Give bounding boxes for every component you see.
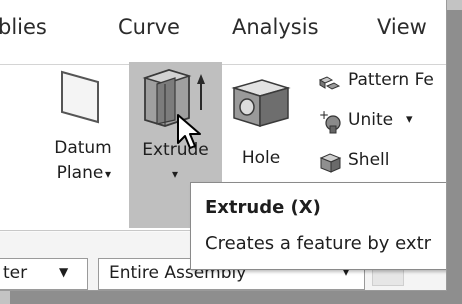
shell-label: Shell (348, 150, 390, 170)
datum-plane-label-line1: Datum (54, 138, 112, 158)
tab-curve[interactable]: Curve (118, 15, 180, 39)
unite-button[interactable]: + Unite ▾ (318, 108, 446, 136)
unite-label: Unite (348, 110, 394, 130)
pattern-feature-icon (318, 76, 341, 90)
mouse-cursor-icon (177, 114, 201, 149)
extrude-dropdown-arrow[interactable]: ▾ (165, 167, 185, 181)
pattern-feature-label: Pattern Fe (348, 70, 434, 90)
type-filter-value: ter (3, 263, 28, 283)
tab-analysis[interactable]: Analysis (232, 15, 319, 39)
hole-label: Hole (241, 148, 281, 168)
tab-assemblies[interactable]: blies (0, 15, 47, 39)
unite-dropdown-arrow[interactable]: ▾ (406, 112, 413, 127)
shell-icon (319, 153, 342, 173)
tab-view[interactable]: View (377, 15, 427, 39)
hole-icon (231, 79, 291, 128)
tooltip-title: Extrude (X) (205, 197, 321, 218)
extrude-tooltip: Extrude (X) Creates a feature by extr (190, 182, 446, 270)
unite-icon: + (319, 108, 341, 134)
datum-plane-button[interactable]: Datum Plane ▾ (40, 70, 126, 200)
type-filter-dropdown[interactable]: ter ▼ (0, 258, 88, 290)
tooltip-description: Creates a feature by extr (205, 233, 432, 254)
shell-button[interactable]: Shell (318, 148, 446, 176)
type-filter-arrow[interactable]: ▼ (59, 265, 68, 279)
application-window: blies Curve Analysis View Datum Plane ▾ … (0, 0, 447, 291)
datum-plane-dropdown-arrow[interactable]: ▾ (100, 167, 116, 181)
datum-plane-icon (61, 70, 99, 124)
hole-button[interactable]: Hole (226, 70, 296, 180)
menu-bar: blies Curve Analysis View (0, 0, 446, 65)
drop-shadow-right (447, 10, 462, 304)
drop-shadow-bottom (10, 291, 462, 304)
pattern-feature-button[interactable]: Pattern Fe (318, 68, 446, 96)
